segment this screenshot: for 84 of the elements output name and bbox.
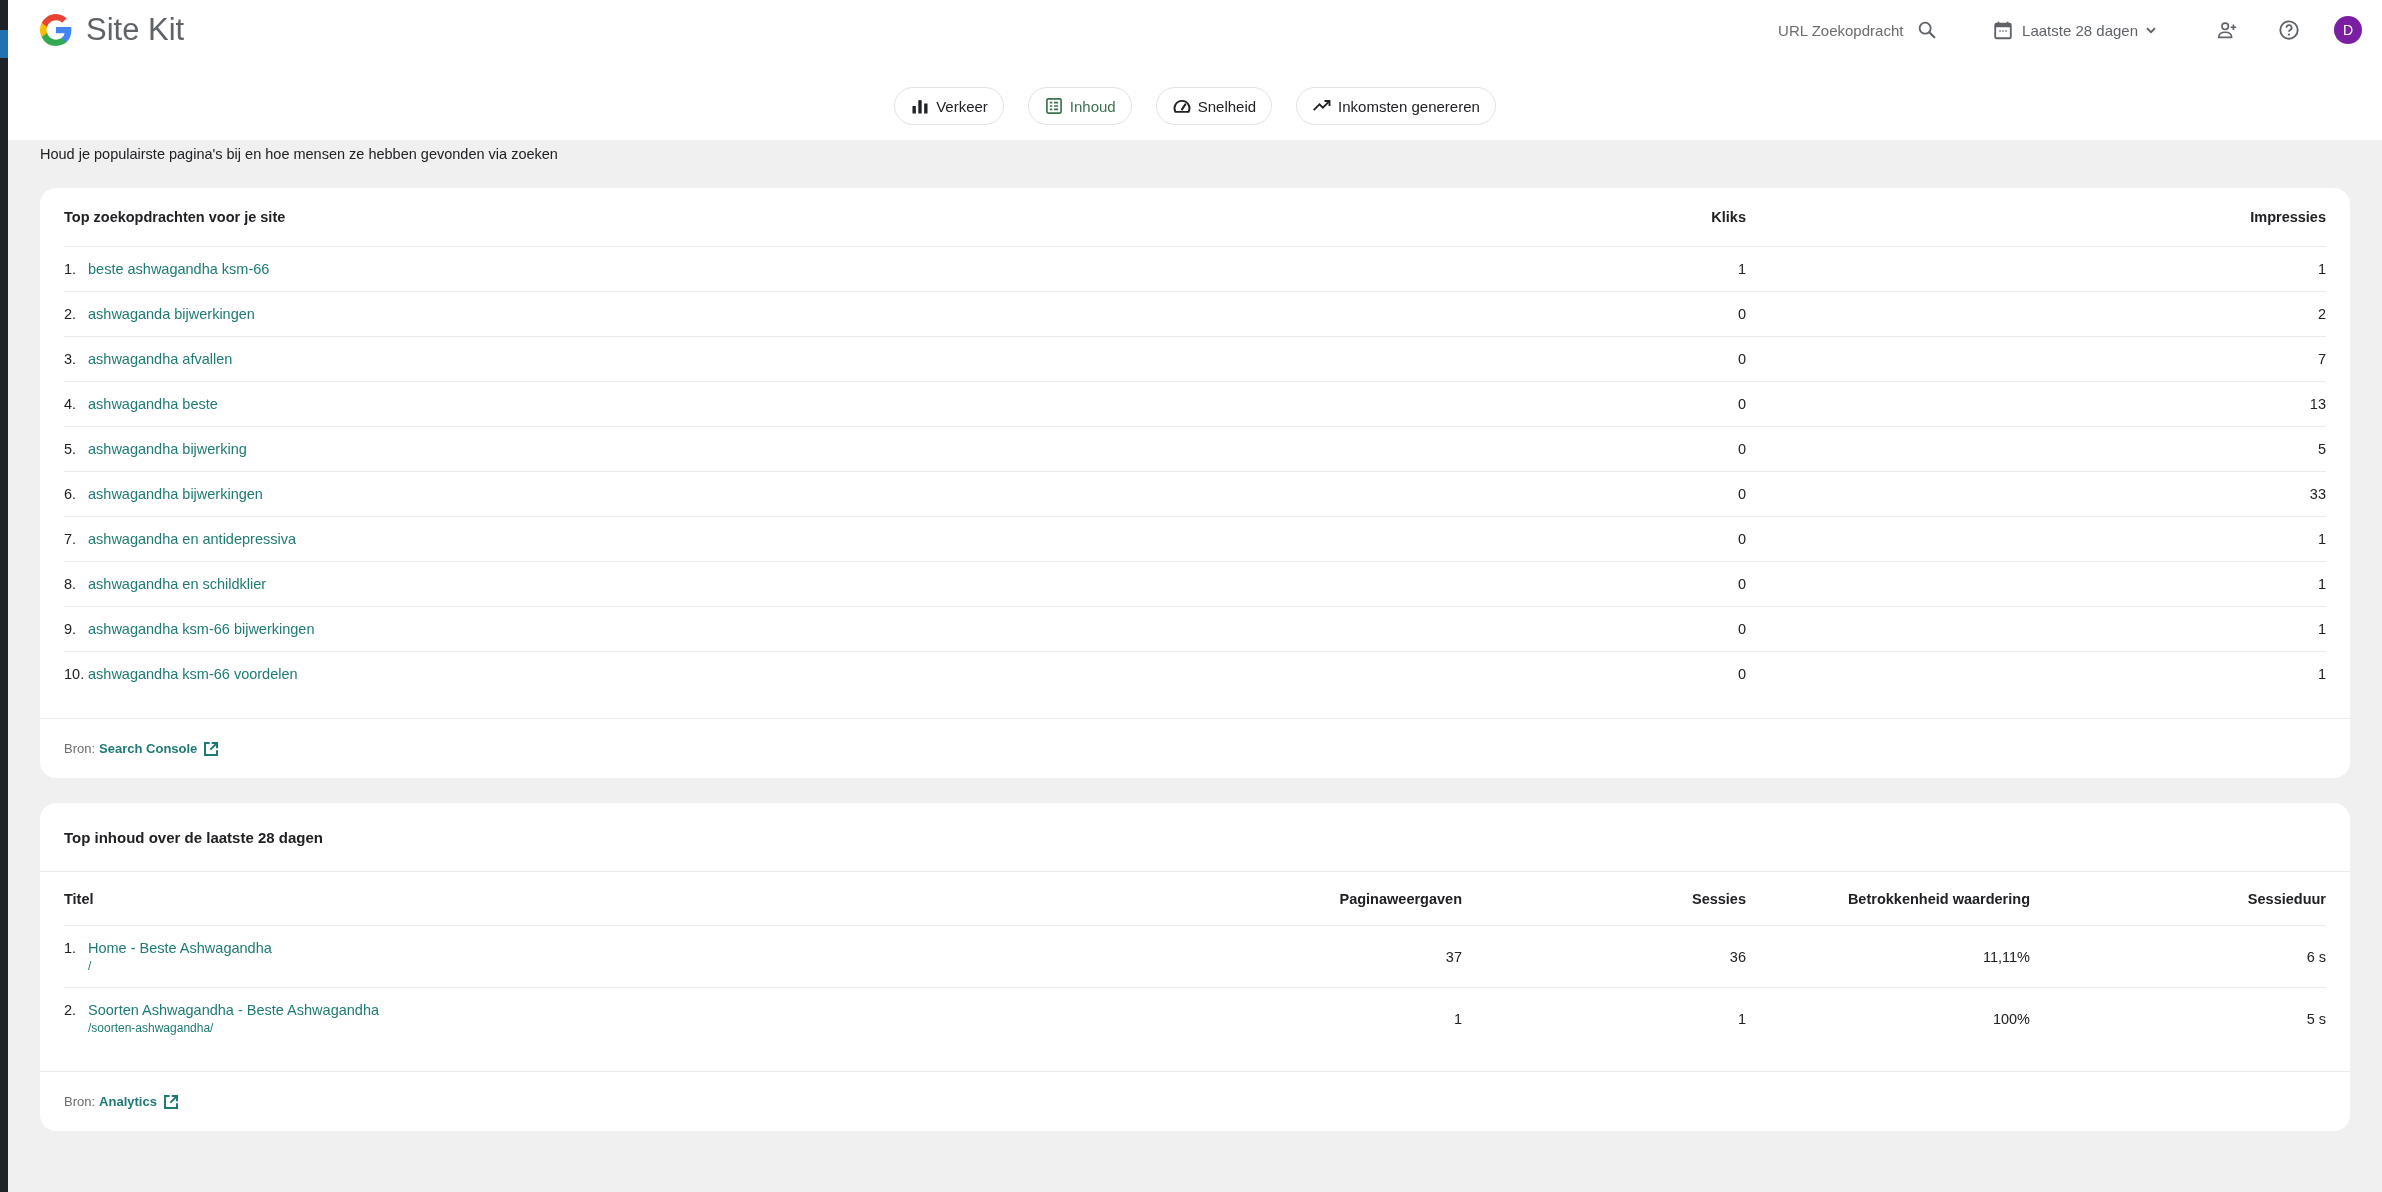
row-number: 4. — [64, 396, 78, 412]
page-path: / — [88, 959, 93, 973]
table-cell: 1 — [1453, 1010, 1462, 1027]
google-g-icon — [40, 14, 72, 46]
calendar-icon — [1992, 19, 2015, 41]
row-number: 2. — [64, 1002, 78, 1018]
tab[interactable]: Inkomsten genereren — [1296, 87, 1496, 125]
table-cell: 100% — [1992, 1010, 2030, 1027]
source-label: Bron: — [64, 741, 96, 756]
list-icon — [1043, 96, 1064, 116]
page-path: /soorten-ashwagandha/ — [88, 1021, 215, 1035]
tab[interactable]: Snelheid — [1155, 87, 1273, 125]
tab[interactable]: Inhoud — [1027, 87, 1132, 125]
table-cell: 0 — [1737, 396, 1746, 412]
row-number: 9. — [64, 621, 78, 637]
table-cell: 0 — [1737, 306, 1746, 322]
table-cell: 7 — [2317, 351, 2326, 367]
query-link[interactable]: ashwagandha bijwerkingen — [88, 486, 263, 502]
date-range-button[interactable]: Laatste 28 dagen — [1988, 15, 2160, 45]
logo-text: Site Kit — [86, 12, 185, 48]
column-header: Impressies — [2250, 209, 2326, 225]
query-link[interactable]: ashwagandha ksm-66 bijwerkingen — [88, 621, 315, 637]
table-cell: 2 — [2317, 306, 2326, 322]
row-number: 10. — [64, 666, 82, 682]
avatar[interactable]: D — [2334, 16, 2362, 44]
query-link[interactable]: ashwagandha ksm-66 voordelen — [88, 666, 298, 682]
source-label: Bron: — [64, 1094, 96, 1109]
query-link[interactable]: ashwagandha bijwerking — [88, 441, 247, 457]
table-cell: 6 s — [2306, 948, 2326, 965]
table-cell: 1 — [2317, 531, 2326, 547]
column-header: Betrokkenheid waardering — [1847, 890, 2030, 907]
table-cell: 0 — [1737, 531, 1746, 547]
column-header: Paginaweergaven — [1339, 890, 1462, 907]
query-link[interactable]: ashwagandha beste — [88, 396, 218, 412]
table-cell: 1 — [2317, 576, 2326, 592]
row-number: 3. — [64, 351, 78, 367]
person-plus-icon — [2216, 19, 2238, 41]
section-subtitle: Houd je populairste pagina's bij en hoe mensen ze hebben gevonden via zoeken — [40, 145, 559, 164]
query-link[interactable]: ashwagandha en antidepressiva — [88, 531, 296, 547]
card-title: Top inhoud over de laatste 28 dagen — [40, 803, 2350, 872]
query-link[interactable]: ashwaganda bijwerkingen — [88, 306, 255, 322]
table-cell: 5 s — [2306, 1010, 2326, 1027]
table-cell: 1 — [1737, 1010, 1746, 1027]
table-cell: 0 — [1737, 576, 1746, 592]
column-header: Titel — [64, 890, 95, 907]
row-number: 7. — [64, 531, 78, 547]
column-header: Sessieduur — [2247, 890, 2326, 907]
table-cell: 0 — [1737, 351, 1746, 367]
table-cell: 0 — [1737, 441, 1746, 457]
table-cell: 11,11% — [1982, 948, 2030, 965]
row-number: 6. — [64, 486, 78, 502]
table-cell: 13 — [2309, 396, 2326, 412]
table-cell: 0 — [1737, 621, 1746, 637]
source-link[interactable]: Search Console — [99, 740, 220, 757]
query-link[interactable]: ashwagandha en schildklier — [88, 576, 267, 592]
source-link[interactable]: Analytics — [99, 1093, 179, 1110]
external-link-icon — [162, 1093, 179, 1110]
table-cell: 36 — [1729, 948, 1746, 965]
table-cell: 0 — [1737, 666, 1746, 682]
table-cell: 5 — [2317, 441, 2326, 457]
row-number: 1. — [64, 940, 78, 956]
page-title-link[interactable]: Soorten Ashwagandha - Beste Ashwagandha — [88, 1002, 380, 1018]
table-cell: 1 — [1737, 261, 1746, 277]
external-link-icon — [203, 740, 220, 757]
table-cell: 37 — [1445, 948, 1462, 965]
row-number: 5. — [64, 441, 78, 457]
row-number: 1. — [64, 261, 78, 277]
query-link[interactable]: beste ashwagandha ksm-66 — [88, 261, 270, 277]
column-header: Sessies — [1691, 890, 1746, 907]
table-cell: 1 — [2317, 621, 2326, 637]
column-header: Top zoekopdrachten voor je site — [64, 209, 287, 225]
table-cell: 33 — [2309, 486, 2326, 502]
table-cell: 1 — [2317, 666, 2326, 682]
chevron-down-icon — [2146, 26, 2156, 34]
row-number: 2. — [64, 306, 78, 322]
column-header: Kliks — [1711, 209, 1746, 225]
row-number: 8. — [64, 576, 78, 592]
table-cell: 0 — [1737, 486, 1746, 502]
tab[interactable]: Verkeer — [894, 87, 1004, 125]
query-link[interactable]: ashwagandha afvallen — [88, 351, 233, 367]
page-title-link[interactable]: Home - Beste Ashwagandha — [88, 940, 272, 956]
table-cell: 1 — [2317, 261, 2326, 277]
search-field[interactable]: URL Zoekopdracht — [1778, 21, 1907, 39]
help-icon — [2278, 19, 2300, 41]
